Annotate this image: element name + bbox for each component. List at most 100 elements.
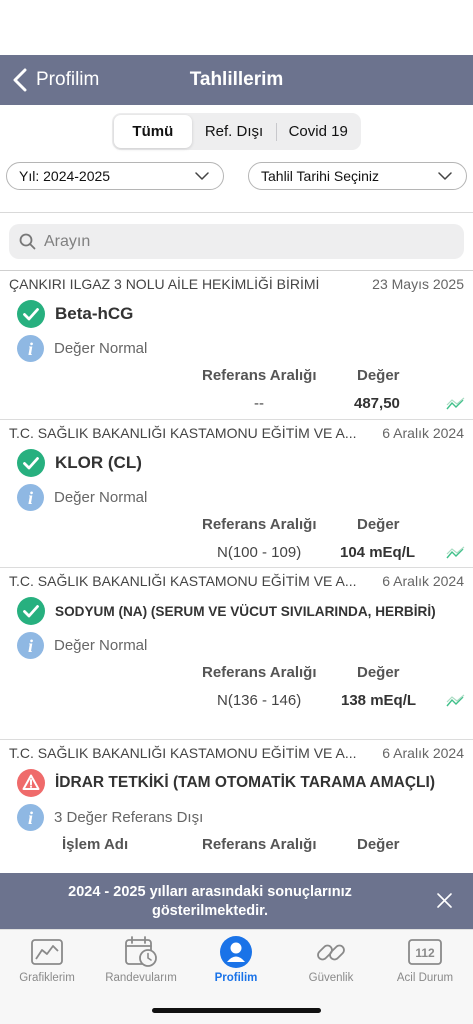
year-dropdown-value: Yıl: 2024-2025 (19, 168, 111, 184)
institution-name: T.C. SAĞLIK BAKANLIĞI KASTAMONU EĞİTİM V… (9, 425, 357, 441)
value-header: Değer (357, 367, 400, 384)
tab-charts[interactable]: Grafiklerim (0, 930, 94, 994)
result-info-text: 3 Değer Referans Dışı (54, 809, 204, 826)
check-circle-icon (17, 597, 45, 625)
test-name: KLOR (CL) (55, 453, 142, 472)
result-info-text: Değer Normal (54, 340, 148, 357)
tab-label: Profilim (214, 972, 258, 984)
tab-label: Acil Durum (396, 972, 454, 984)
chevron-down-icon (195, 172, 209, 180)
result-value: 487,50 (354, 395, 400, 412)
chevron-down-icon (438, 172, 452, 180)
tab-label: Grafiklerim (19, 972, 75, 984)
test-title-row: Beta-hCG (17, 300, 133, 328)
result-card[interactable]: ÇANKIRI ILGAZ 3 NOLU AİLE HEKİMLİĞİ BİRİ… (0, 270, 473, 419)
trend-chart-icon[interactable] (446, 546, 465, 560)
filter-divider (0, 212, 473, 213)
institution-name: ÇANKIRI ILGAZ 3 NOLU AİLE HEKİMLİĞİ BİRİ… (9, 276, 320, 292)
tab-label: Randevularım (105, 972, 177, 984)
result-info-text: Değer Normal (54, 637, 148, 654)
test-name: İDRAR TETKİKİ (TAM OTOMATİK TARAMA AMAÇL… (55, 774, 435, 791)
info-icon: i (17, 484, 44, 511)
svg-text:i: i (28, 808, 33, 828)
info-banner: 2024 - 2025 yılları arasındaki sonuçları… (0, 873, 473, 929)
result-header: T.C. SAĞLIK BAKANLIĞI KASTAMONU EĞİTİM V… (9, 745, 464, 761)
reference-range-value: N(136 - 146) (217, 692, 302, 709)
navigation-bar: Profilim Tahlillerim (0, 55, 473, 105)
reference-range-value: -- (254, 395, 264, 412)
tab-appointments[interactable]: Randevularım (94, 930, 188, 994)
year-dropdown[interactable]: Yıl: 2024-2025 (6, 162, 224, 190)
svg-text:i: i (28, 488, 33, 508)
result-card[interactable]: T.C. SAĞLIK BAKANLIĞI KASTAMONU EĞİTİM V… (0, 739, 473, 873)
back-button[interactable]: Profilim (12, 55, 99, 105)
status-bar (0, 0, 473, 55)
result-date: 6 Aralık 2024 (382, 745, 464, 761)
test-name: Beta-hCG (55, 304, 134, 323)
reference-range-header: Referans Aralığı (202, 516, 317, 533)
chart-icon (31, 939, 63, 965)
institution-name: T.C. SAĞLIK BAKANLIĞI KASTAMONU EĞİTİM V… (9, 573, 357, 589)
tab-profile[interactable]: Profilim (189, 930, 283, 994)
value-header: Değer (357, 836, 400, 853)
trend-chart-icon[interactable] (446, 397, 465, 411)
chevron-left-icon (13, 68, 27, 92)
segment-all[interactable]: Tümü (114, 115, 192, 148)
search-icon (19, 233, 36, 250)
test-title-row: KLOR (CL) (17, 449, 142, 477)
reference-range-header: Referans Aralığı (202, 367, 317, 384)
result-info-row: i Değer Normal (17, 632, 147, 659)
filter-segmented-control: Tümü Ref. Dışı Covid 19 (112, 113, 361, 150)
back-label: Profilim (36, 69, 100, 90)
result-date: 23 Mayıs 2025 (372, 276, 464, 292)
value-header: Değer (357, 664, 400, 681)
test-title-row: SODYUM (NA) (SERUM VE VÜCUT SIVILARINDA,… (17, 597, 436, 625)
warning-icon (17, 769, 45, 797)
emergency-badge-text: 112 (415, 946, 435, 960)
procedure-name-header: İşlem Adı (62, 836, 129, 853)
result-card[interactable]: T.C. SAĞLIK BAKANLIĞI KASTAMONU EĞİTİM V… (0, 419, 473, 567)
tab-label: Güvenlik (308, 972, 354, 984)
result-card[interactable]: T.C. SAĞLIK BAKANLIĞI KASTAMONU EĞİTİM V… (0, 567, 473, 739)
result-value: 138 mEq/L (341, 692, 417, 709)
date-dropdown[interactable]: Tahlil Tarihi Seçiniz (248, 162, 467, 190)
tab-emergency[interactable]: 112 Acil Durum (378, 930, 472, 994)
info-icon: i (17, 335, 44, 362)
result-header: T.C. SAĞLIK BAKANLIĞI KASTAMONU EĞİTİM V… (9, 425, 464, 441)
reference-range-value: N(100 - 109) (217, 544, 302, 561)
search-input[interactable] (44, 232, 444, 251)
test-title-row: İDRAR TETKİKİ (TAM OTOMATİK TARAMA AMAÇL… (17, 769, 435, 797)
result-info-row: i 3 Değer Referans Dışı (17, 804, 203, 831)
link-icon (317, 944, 345, 961)
result-info-row: i Değer Normal (17, 335, 147, 362)
banner-text: 2024 - 2025 yılları arasındaki sonuçları… (68, 884, 352, 919)
test-name: SODYUM (NA) (SERUM VE VÜCUT SIVILARINDA,… (55, 603, 436, 619)
tab-security[interactable]: Güvenlik (284, 930, 378, 994)
emergency-112-icon: 112 (408, 939, 442, 965)
check-circle-icon (17, 300, 45, 328)
result-value: 104 mEq/L (340, 544, 416, 561)
search-bar (9, 224, 464, 259)
trend-chart-icon[interactable] (446, 694, 465, 708)
segment-covid[interactable]: Covid 19 (277, 115, 359, 148)
close-icon[interactable] (436, 892, 453, 909)
date-dropdown-value: Tahlil Tarihi Seçiniz (261, 168, 380, 184)
institution-name: T.C. SAĞLIK BAKANLIĞI KASTAMONU EĞİTİM V… (9, 745, 357, 761)
reference-range-header: Referans Aralığı (202, 664, 317, 681)
segment-out-of-range[interactable]: Ref. Dışı (192, 115, 277, 148)
result-header: ÇANKIRI ILGAZ 3 NOLU AİLE HEKİMLİĞİ BİRİ… (9, 276, 464, 292)
info-icon: i (17, 804, 44, 831)
result-info-row: i Değer Normal (17, 484, 147, 511)
result-date: 6 Aralık 2024 (382, 573, 464, 589)
svg-text:i: i (28, 339, 33, 359)
calendar-clock-icon (125, 936, 157, 967)
result-info-text: Değer Normal (54, 489, 148, 506)
profile-icon (220, 936, 252, 968)
info-icon: i (17, 632, 44, 659)
result-header: T.C. SAĞLIK BAKANLIĞI KASTAMONU EĞİTİM V… (9, 573, 464, 589)
result-date: 6 Aralık 2024 (382, 425, 464, 441)
reference-range-header: Referans Aralığı (202, 836, 317, 853)
check-circle-icon (17, 449, 45, 477)
home-indicator (152, 1008, 321, 1013)
value-header: Değer (357, 516, 400, 533)
